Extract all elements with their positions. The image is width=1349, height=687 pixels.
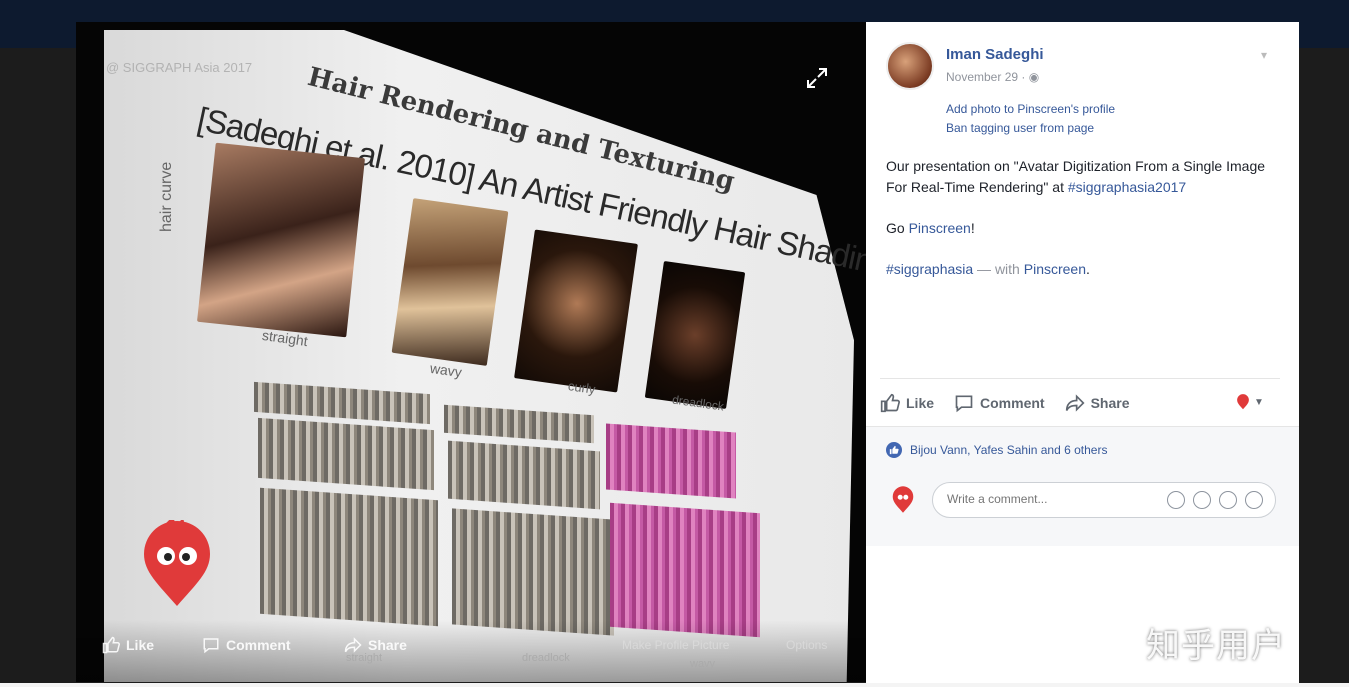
like-reaction-icon (886, 442, 902, 458)
options-link[interactable]: Options (786, 638, 827, 652)
post-date[interactable]: November 29 · ◉ (946, 70, 1039, 84)
pinscreen-link[interactable]: Pinscreen (909, 220, 971, 236)
add-photo-link[interactable]: Add photo to Pinscreen's profile (946, 102, 1115, 116)
expand-icon[interactable] (805, 66, 829, 90)
share-button[interactable]: Share (1065, 393, 1130, 413)
bottom-edge (0, 683, 1349, 687)
post-panel: Iman Sadeghi November 29 · ◉ ▾ Add photo… (866, 22, 1299, 683)
like-label: Like (906, 394, 935, 411)
gif-icon[interactable] (1219, 491, 1237, 509)
viewer-action-overlay (76, 620, 866, 682)
bottom-caption-dreadlock: dreadlock (522, 652, 570, 664)
pinscreen-avatar-icon (892, 486, 914, 513)
photo-viewer[interactable]: @ SIGGRAPH Asia 2017 Hair Rendering and … (76, 22, 866, 682)
post-body: Our presentation on "Avatar Digitization… (886, 156, 1286, 300)
thumbs-up-icon (880, 393, 900, 412)
chevron-down-icon: ▼ (1254, 396, 1264, 408)
globe-icon: ◉ (1028, 70, 1040, 84)
zhihu-user-watermark: 知乎用户 (1146, 627, 1286, 665)
hair-photo-curly (514, 229, 638, 393)
post-actions: Like Comment Share (880, 378, 1280, 426)
hashtag-siggraphasia2017[interactable]: #siggraphasia2017 (1068, 179, 1186, 195)
bottom-caption-wavy: wavy (690, 658, 716, 670)
thumbs-up-icon (102, 636, 120, 654)
strand-render-dreadlock-bottom (452, 508, 614, 636)
viewer-like-button[interactable]: Like (102, 636, 154, 654)
post-paragraph-1: Our presentation on "Avatar Digitization… (886, 156, 1286, 198)
comment-button[interactable]: Comment (954, 393, 1045, 413)
emoji-icon[interactable] (1167, 491, 1185, 509)
comment-input[interactable] (947, 492, 1147, 506)
viewer-comment-label: Comment (226, 637, 291, 653)
pinscreen-logo-icon (144, 520, 210, 606)
post-date-text: November 29 · (946, 70, 1029, 84)
hashtag-siggraphasia[interactable]: #siggraphasia (886, 261, 973, 277)
bottom-caption-straight: straight (346, 652, 383, 664)
comment-tools (1167, 491, 1263, 509)
viewer-share-label: Share (368, 637, 407, 653)
with-pinscreen-link[interactable]: Pinscreen (1024, 261, 1086, 277)
strand-render-color-bottom (610, 502, 760, 638)
make-profile-picture-link[interactable]: Make Profile Picture (622, 638, 729, 652)
sticker-icon[interactable] (1245, 491, 1263, 509)
ban-tagging-link[interactable]: Ban tagging user from page (946, 121, 1094, 135)
camera-icon[interactable] (1193, 491, 1211, 509)
go-prefix: Go (886, 220, 909, 236)
comment-input-box[interactable] (932, 482, 1276, 518)
conference-watermark: @ SIGGRAPH Asia 2017 (106, 60, 253, 75)
post-paragraph-3: #siggraphasia — with Pinscreen. (886, 259, 1286, 280)
post-menu-chevron-icon[interactable]: ▾ (1261, 48, 1267, 62)
viewer-like-label: Like (126, 637, 155, 653)
strand-render-color-top (606, 423, 736, 499)
share-icon (1065, 393, 1085, 412)
go-suffix: ! (970, 220, 975, 236)
like-button[interactable]: Like (880, 393, 934, 413)
with-text: — with (973, 261, 1024, 277)
likes-summary[interactable]: Bijou Vann, Yafes Sahin and 6 others (886, 442, 1107, 458)
comment-icon (203, 638, 219, 654)
comment-label: Comment (980, 394, 1045, 411)
comment-composer (886, 480, 1276, 520)
side-label: hair curve (158, 161, 175, 232)
post-paragraph-2: Go Pinscreen! (886, 218, 1286, 239)
with-suffix: . (1086, 261, 1090, 277)
strand-render-straight-mid (258, 417, 434, 491)
post-as-selector[interactable]: ▼ (1236, 394, 1264, 410)
share-label: Share (1090, 394, 1130, 411)
hair-photo-straight (197, 142, 365, 338)
viewer-comment-button[interactable]: Comment (202, 636, 291, 654)
comment-icon (955, 395, 973, 412)
strand-render-straight-bottom (260, 487, 438, 627)
author-avatar[interactable] (886, 42, 934, 90)
author-name[interactable]: Iman Sadeghi (946, 46, 1044, 63)
likes-text: Bijou Vann, Yafes Sahin and 6 others (910, 443, 1108, 457)
pinscreen-small-icon (1237, 394, 1249, 410)
strand-render-dreadlock-mid (448, 440, 600, 510)
